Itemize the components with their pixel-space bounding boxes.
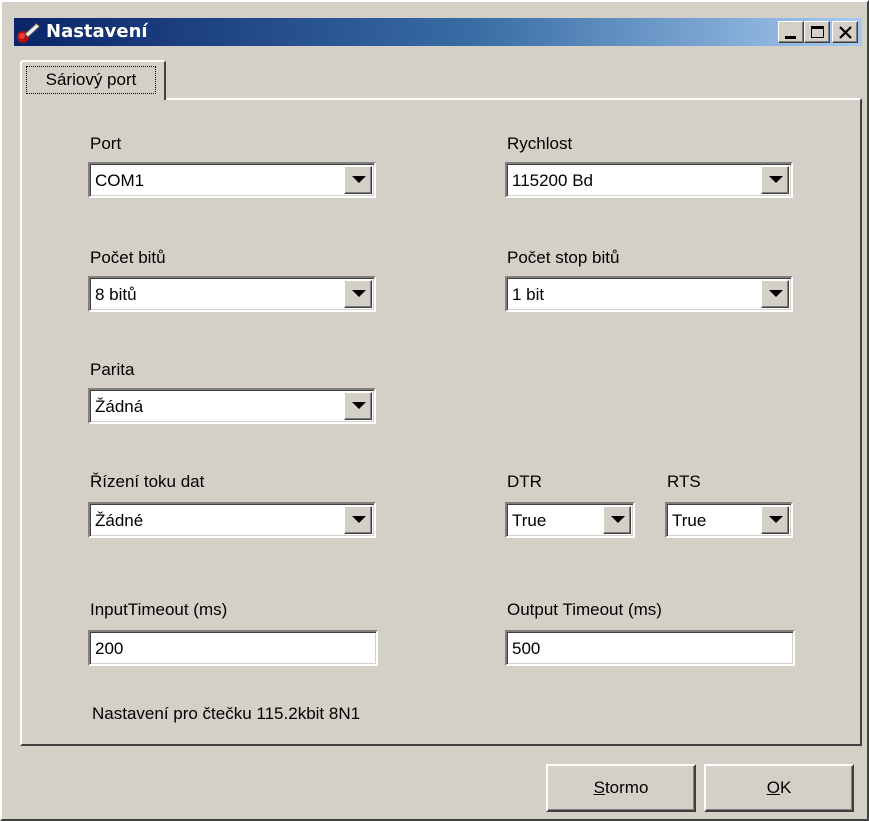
parita-label: Parita (90, 360, 135, 379)
chevron-down-icon (611, 516, 625, 523)
chevron-down-icon (769, 290, 783, 297)
input-timeout-value: 200 (95, 639, 124, 658)
rizeni-toku-value: Žádné (95, 511, 144, 530)
output-timeout-value: 500 (512, 639, 541, 658)
cancel-label-rest: tormo (604, 778, 649, 797)
output-timeout-field[interactable]: 500 (505, 630, 795, 666)
parita-value: Žádná (95, 397, 144, 416)
rizeni-toku-label: Řízení toku dat (90, 472, 205, 491)
pocet-bitu-label: Počet bitů (90, 248, 166, 267)
port-label: Port (90, 134, 122, 153)
port-select[interactable]: COM1 (88, 162, 376, 198)
parita-select[interactable]: Žádná (88, 388, 376, 424)
rts-dropdown-button[interactable] (761, 506, 789, 534)
chevron-down-icon (352, 402, 366, 409)
cancel-mnemonic: S (593, 778, 605, 797)
rts-select[interactable]: True (665, 502, 793, 538)
rychlost-label: Rychlost (507, 134, 573, 153)
rts-value: True (672, 511, 707, 530)
pocet-stop-bitu-value: 1 bit (512, 285, 545, 304)
chevron-down-icon (352, 290, 366, 297)
pocet-stop-bitu-label: Počet stop bitů (507, 248, 620, 267)
dtr-select[interactable]: True (505, 502, 635, 538)
window-title: Nastavení (46, 21, 148, 42)
minimize-button[interactable] (778, 21, 804, 43)
rizeni-toku-select[interactable]: Žádné (88, 502, 376, 538)
chevron-down-icon (352, 176, 366, 183)
chevron-down-icon (769, 516, 783, 523)
pocet-bitu-select[interactable]: 8 bitů (88, 276, 376, 312)
pocet-stop-bitu-select[interactable]: 1 bit (505, 276, 793, 312)
settings-window: Nastavení Sáriový port Port COM1 Rychlos… (0, 0, 869, 821)
dtr-dropdown-button[interactable] (603, 506, 631, 534)
pocet-bitu-dropdown-button[interactable] (344, 280, 372, 308)
close-button[interactable] (832, 21, 858, 43)
input-timeout-label: InputTimeout (ms) (90, 600, 228, 619)
close-icon (839, 26, 852, 39)
port-value: COM1 (95, 171, 145, 190)
parita-dropdown-button[interactable] (344, 392, 372, 420)
input-timeout-field[interactable]: 200 (88, 630, 378, 666)
pocet-bitu-value: 8 bitů (95, 285, 137, 304)
dtr-value: True (512, 511, 547, 530)
dtr-label: DTR (507, 472, 542, 491)
chevron-down-icon (769, 176, 783, 183)
rts-label: RTS (667, 472, 701, 491)
minimize-icon (785, 36, 796, 39)
pocet-stop-bitu-dropdown-button[interactable] (761, 280, 789, 308)
ok-mnemonic: O (766, 778, 780, 797)
ok-button[interactable]: OK (704, 764, 854, 812)
tab-label: Sáriový port (26, 66, 156, 94)
rizeni-toku-dropdown-button[interactable] (344, 506, 372, 534)
output-timeout-label: Output Timeout (ms) (507, 600, 662, 619)
pencil-icon (16, 20, 42, 44)
maximize-button[interactable] (804, 21, 830, 43)
title-bar[interactable]: Nastavení (14, 18, 862, 46)
tab-serial-port[interactable]: Sáriový port (20, 60, 166, 100)
rychlost-value: 115200 Bd (512, 171, 593, 190)
chevron-down-icon (352, 516, 366, 523)
port-dropdown-button[interactable] (344, 166, 372, 194)
maximize-icon (811, 26, 824, 38)
cancel-button[interactable]: Stormo (546, 764, 696, 812)
rychlost-dropdown-button[interactable] (761, 166, 789, 194)
settings-note: Nastavení pro čtečku 115.2kbit 8N1 (92, 704, 361, 723)
ok-label-rest: K (779, 778, 792, 797)
rychlost-select[interactable]: 115200 Bd (505, 162, 793, 198)
